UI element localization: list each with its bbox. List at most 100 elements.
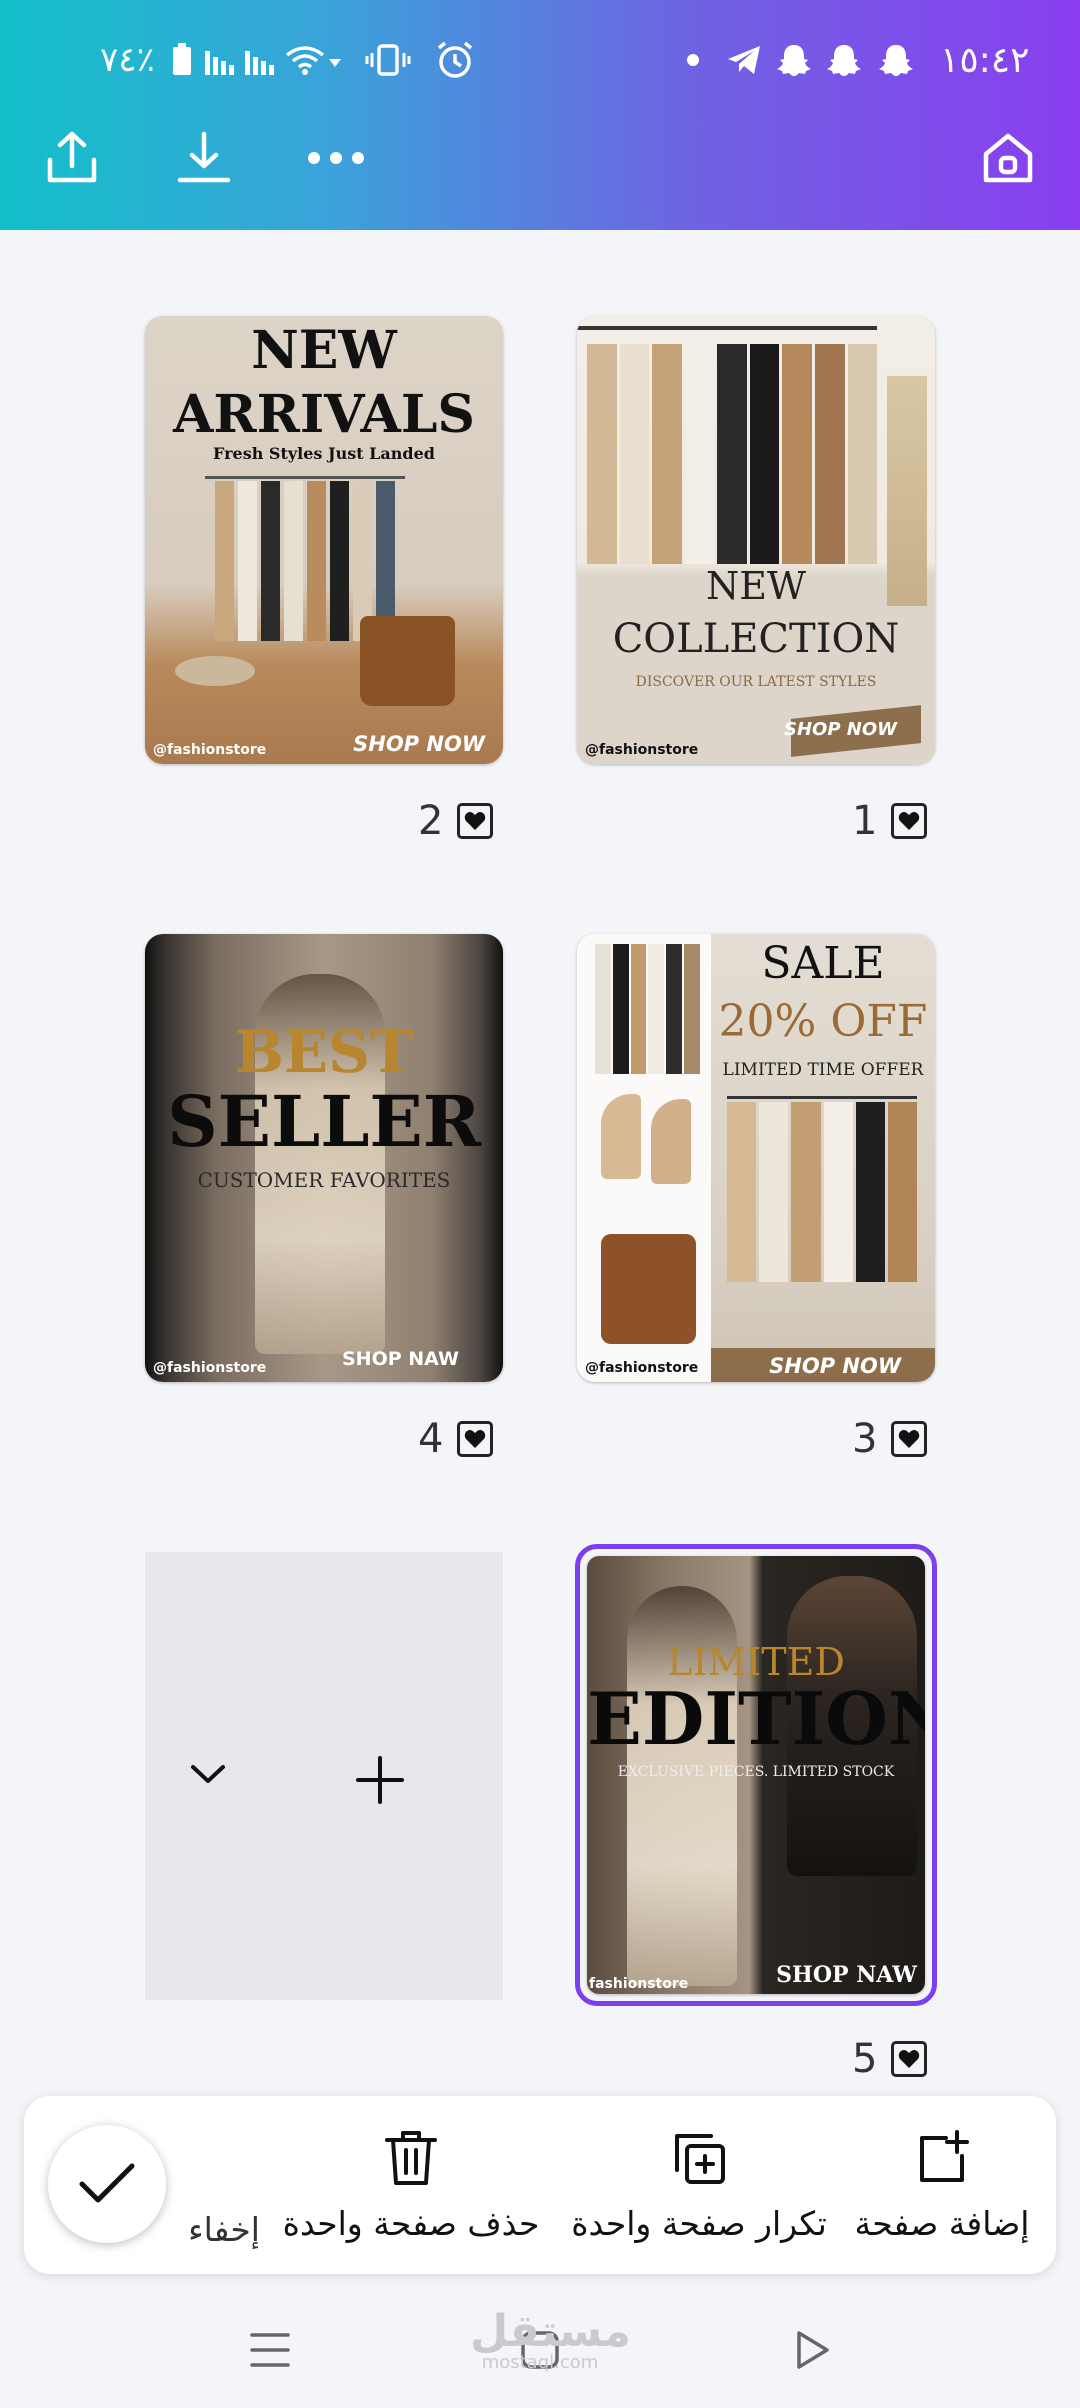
signal-icon [205,30,281,90]
clothes-illustration [727,1102,918,1282]
clothes-illustration [587,344,878,564]
page-thumbnail-4[interactable]: BEST SELLER CUSTOMER FAVORITES SHOP NAW … [145,934,503,1382]
alarm-icon [435,30,475,90]
page-handle: @fashionstore [153,1360,267,1376]
watermark-sub: mostaql.com [481,2352,599,2373]
page-tagline: EXCLUSIVE PIECES. LIMITED STOCK [617,1764,895,1780]
page-heading-2: COLLECTION [612,616,900,662]
delete-page-label: حذف صفحة واحدة [282,2203,540,2243]
page-number-text: 2 [418,798,444,844]
hide-page-button[interactable]: إخفاء [174,2096,274,2274]
vibrate-icon [365,30,411,90]
notes-heart-icon[interactable] [891,1421,928,1457]
page-number-text: 1 [852,798,878,844]
page-heading: NEW [251,320,397,381]
tote-bag [601,1234,696,1344]
heels-illustration [601,1094,696,1184]
page-number-2: 2 [418,798,494,844]
page-number-5: 5 [852,2036,928,2082]
check-icon [79,2163,135,2203]
page-heading: NEW [705,564,807,608]
shop-now-label: SHOP NOW [783,719,897,740]
page-heading-2: EDITION [587,1676,925,1761]
page-number-text: 4 [418,1416,444,1462]
shop-now-label: SHOP NOW [769,1354,901,1378]
snapchat-icon [826,30,862,90]
page-heading-2: 20% OFF [718,996,928,1047]
add-page-inline-button[interactable] [350,1750,410,1810]
hat [175,656,255,686]
clothing-rack [205,476,405,479]
add-page-slot[interactable] [145,1552,503,2000]
page-handle: @fashionstore [585,742,699,758]
chevron-down-icon [191,1765,225,1783]
clothes-illustration [595,944,700,1074]
duplicate-page-button[interactable]: تكرار صفحة واحدة [564,2096,834,2274]
snapchat-icon [878,30,914,90]
page-thumbnail-1[interactable]: NEW COLLECTION DISCOVER OUR LATEST STYLE… [577,316,935,764]
page-tagline: LIMITED TIME OFFER [722,1060,924,1080]
page-handle: @fashionstore [153,742,267,758]
page-heading: BEST [234,1018,414,1086]
page-actions-bar: إضافة صفحة تكرار صفحة واحدة حذف صفحة واح… [24,2096,1056,2274]
page-heading-2: SELLER [167,1080,481,1163]
page-number-text: 5 [852,2036,878,2082]
back-icon [797,2331,829,2369]
home-button[interactable] [968,118,1048,198]
clothing-rack [577,326,877,330]
done-button[interactable] [48,2125,166,2243]
app-header: ٧٤٪ ١٥:٤٢ [0,0,1080,230]
download-icon [177,131,231,183]
home-icon [983,133,1033,183]
telegram-icon [726,30,762,90]
page-handle: fashionstore [589,1976,689,1992]
download-button[interactable] [164,118,244,198]
dot-icon [686,30,700,90]
add-page-icon [920,2129,969,2182]
page-thumbnail-5[interactable]: LIMITED EDITION EXCLUSIVE PIECES. LIMITE… [587,1556,925,1994]
status-time: ١٥:٤٢ [940,39,1030,81]
snapchat-icon [776,30,812,90]
page-tagline: DISCOVER OUR LATEST STYLES [635,674,877,690]
more-icon [308,152,364,164]
shop-now-label: SHOP NOW [353,732,485,756]
notes-heart-icon[interactable] [891,803,928,839]
page-number-4: 4 [418,1416,494,1462]
back-button[interactable] [772,2310,852,2390]
shop-now-label: SHOP NAW [342,1348,459,1370]
expand-button[interactable] [183,1754,233,1794]
page-tagline: Fresh Styles Just Landed [213,444,435,463]
plus-icon [356,1756,404,1804]
page-handle: @fashionstore [585,1360,699,1376]
duplicate-page-label: تكرار صفحة واحدة [571,2203,827,2243]
share-icon [47,131,97,183]
page-thumbnail-2[interactable]: NEW ARRIVALS Fresh Styles Just Landed SH… [145,316,503,764]
share-button[interactable] [32,118,112,198]
status-bar: ٧٤٪ ١٥:٤٢ [0,30,1080,90]
notes-heart-icon[interactable] [457,1421,494,1457]
shop-now-label: SHOP NAW [776,1962,917,1988]
recents-button[interactable] [230,2310,310,2390]
page-number-3: 3 [852,1416,928,1462]
add-page-button[interactable]: إضافة صفحة [842,2096,1042,2274]
battery-level: ٧٤٪ [100,40,155,80]
notes-heart-icon[interactable] [457,803,494,839]
page-thumbnail-3[interactable]: SALE 20% OFF LIMITED TIME OFFER SHOP NOW… [577,934,935,1382]
hide-page-label: إخفاء [188,2210,260,2249]
page-number-1: 1 [852,798,928,844]
duplicate-icon [675,2133,725,2184]
system-nav-bar: مستقل mostaql.com [0,2290,1080,2408]
battery-icon [170,30,194,90]
notes-heart-icon[interactable] [891,2041,928,2077]
recents-icon [250,2333,290,2367]
delete-page-button[interactable]: حذف صفحة واحدة [276,2096,546,2274]
clothing-rack [727,1096,917,1099]
add-page-label: إضافة صفحة [854,2203,1030,2243]
tote-bag [360,616,455,706]
more-button[interactable] [296,118,376,198]
wifi-icon [285,30,345,90]
watermark-text: مستقل [470,2306,631,2357]
watermark: مستقل mostaql.com [470,2310,631,2373]
trash-icon [385,2130,437,2185]
page-heading: SALE [761,938,885,989]
